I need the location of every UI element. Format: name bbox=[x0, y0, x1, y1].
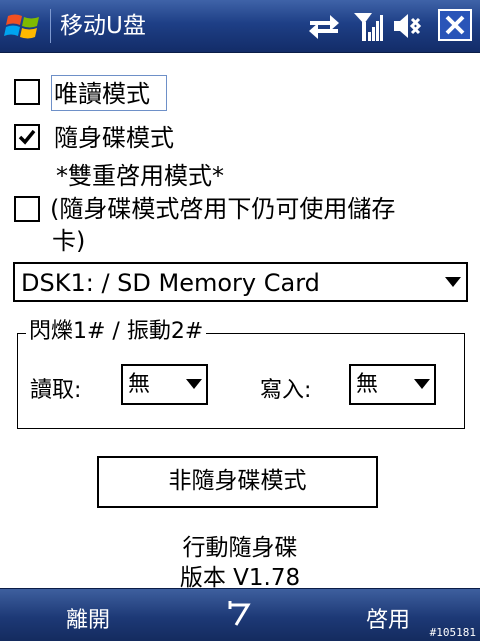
exit-softkey[interactable]: 離開 bbox=[66, 602, 110, 634]
dual-mode-heading: *雙重啓用模式* bbox=[56, 162, 224, 190]
read-dropdown-value: 無 bbox=[128, 372, 151, 397]
title-bar: 移动U盘 bbox=[0, 0, 480, 53]
non-usb-mode-button[interactable]: 非隨身碟模式 bbox=[97, 456, 378, 508]
close-icon bbox=[445, 15, 465, 35]
write-label: 寫入: bbox=[260, 378, 312, 403]
watermark-id: #105181 bbox=[429, 626, 476, 639]
usb-mode-checkbox[interactable] bbox=[14, 124, 40, 150]
windows-flag-icon[interactable] bbox=[4, 8, 44, 44]
checkmark-icon bbox=[18, 129, 36, 145]
close-button[interactable] bbox=[438, 9, 472, 41]
chevron-down-icon bbox=[445, 277, 461, 287]
chevron-down-icon bbox=[186, 379, 202, 389]
usb-mode-label[interactable]: 隨身碟模式 bbox=[54, 123, 174, 153]
dual-mode-checkbox[interactable] bbox=[14, 196, 40, 222]
dual-mode-label-line2[interactable]: 卡) bbox=[52, 226, 85, 256]
title-separator bbox=[50, 9, 51, 43]
enable-softkey[interactable]: 啓用 bbox=[366, 602, 410, 634]
chevron-down-icon bbox=[414, 379, 430, 389]
write-dropdown[interactable]: 無 bbox=[349, 364, 436, 405]
product-name: 行動隨身碟 bbox=[182, 535, 298, 561]
app-title: 移动U盘 bbox=[60, 13, 146, 39]
readonly-checkbox[interactable] bbox=[14, 79, 40, 105]
read-dropdown[interactable]: 無 bbox=[121, 364, 208, 405]
undo-arrow-icon[interactable] bbox=[226, 597, 256, 629]
write-dropdown-value: 無 bbox=[356, 372, 379, 397]
storage-dropdown-value: DSK1: / SD Memory Card bbox=[21, 269, 320, 297]
signal-strength-icon[interactable] bbox=[352, 10, 384, 42]
indicator-group-title: 閃爍1# / 振動2# bbox=[26, 318, 207, 346]
read-label: 讀取: bbox=[30, 378, 82, 403]
speaker-muted-icon[interactable] bbox=[392, 10, 426, 42]
dual-mode-label-line1[interactable]: (隨身碟模式啓用下仍可使用儲存 bbox=[50, 194, 395, 224]
soft-key-bar: 離開 啓用 bbox=[0, 588, 480, 641]
sync-arrows-icon[interactable] bbox=[306, 10, 342, 42]
readonly-label[interactable]: 唯讀模式 bbox=[54, 79, 150, 109]
storage-dropdown[interactable]: DSK1: / SD Memory Card bbox=[13, 262, 468, 302]
